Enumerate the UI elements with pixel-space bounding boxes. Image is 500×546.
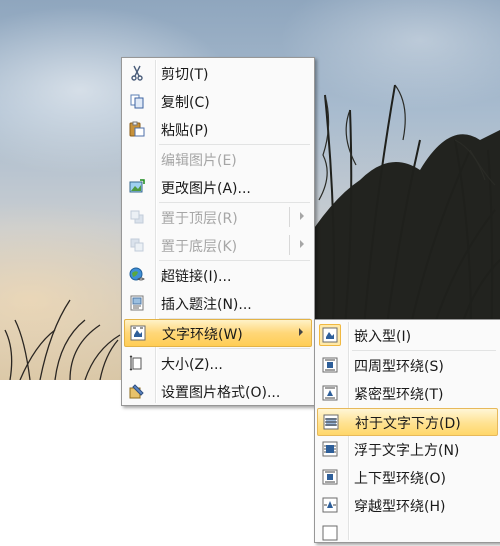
edit-wrap-points-icon <box>320 523 340 543</box>
menu-item-send-to-back[interactable]: 置于底层(K) <box>124 232 312 258</box>
menu-item-label: 大小(Z)... <box>161 357 223 373</box>
menu-item-edit-picture[interactable]: 编辑图片(E) <box>124 146 312 172</box>
submenu-arrow-icon[interactable] <box>300 240 304 248</box>
split-divider <box>289 207 290 227</box>
submenu-item-label: 紧密型环绕(T) <box>354 387 444 403</box>
menu-item-size[interactable]: 大小(Z)... <box>124 350 312 376</box>
menu-item-format-picture[interactable]: 设置图片格式(O)... <box>124 378 312 404</box>
menu-item-copy[interactable]: 复制(C) <box>124 88 312 114</box>
submenu-item-inline[interactable]: 嵌入型(I) <box>317 322 498 348</box>
in-front-text-icon <box>320 439 340 459</box>
submenu-item-square[interactable]: 四周型环绕(S) <box>317 352 498 378</box>
submenu-arrow-icon <box>299 328 303 336</box>
menu-item-label: 复制(C) <box>161 95 210 111</box>
menu-item-label: 剪切(T) <box>161 67 209 83</box>
menu-item-label: 更改图片(A)... <box>161 181 251 197</box>
submenu-item-tight[interactable]: 紧密型环绕(T) <box>317 380 498 406</box>
menu-item-text-wrap[interactable]: 文字环绕(W) <box>124 319 312 347</box>
scissors-icon <box>127 63 147 83</box>
menu-separator <box>159 260 310 261</box>
menu-separator <box>352 350 496 351</box>
menu-item-label: 设置图片格式(O)... <box>161 385 281 401</box>
bring-to-front-icon <box>127 207 147 227</box>
change-picture-icon <box>127 177 147 197</box>
menu-item-insert-caption[interactable]: 插入题注(N)... <box>124 290 312 316</box>
caption-icon <box>127 293 147 313</box>
menu-item-label: 插入题注(N)... <box>161 297 252 313</box>
tight-wrap-icon <box>320 383 340 403</box>
format-picture-icon <box>127 381 147 401</box>
submenu-item-label: 四周型环绕(S) <box>354 359 444 375</box>
menu-separator <box>159 202 310 203</box>
send-to-back-icon <box>127 235 147 255</box>
size-icon <box>127 353 147 373</box>
square-wrap-icon <box>320 355 340 375</box>
context-menu: 剪切(T) 复制(C) 粘贴(P) 编辑图片(E) 更改图片(A)... 置于顶… <box>121 57 315 406</box>
menu-item-change-picture[interactable]: 更改图片(A)... <box>124 174 312 200</box>
menu-item-bring-to-front[interactable]: 置于顶层(R) <box>124 204 312 230</box>
submenu-item-label: 浮于文字上方(N) <box>354 443 460 459</box>
submenu-item-cutoff[interactable] <box>317 520 498 546</box>
hyperlink-icon <box>127 265 147 285</box>
submenu-item-in-front-of-text[interactable]: 浮于文字上方(N) <box>317 436 498 462</box>
menu-item-label: 粘贴(P) <box>161 123 209 139</box>
menu-item-label: 文字环绕(W) <box>162 327 243 343</box>
menu-item-cut[interactable]: 剪切(T) <box>124 60 312 86</box>
menu-separator <box>159 144 310 145</box>
submenu-item-through[interactable]: 穿越型环绕(H) <box>317 492 498 518</box>
menu-item-hyperlink[interactable]: 超链接(I)... <box>124 262 312 288</box>
submenu-item-label: 穿越型环绕(H) <box>354 499 446 515</box>
split-divider <box>289 235 290 255</box>
submenu-arrow-icon[interactable] <box>300 212 304 220</box>
text-wrap-icon <box>128 323 148 343</box>
top-bottom-wrap-icon <box>320 467 340 487</box>
menu-separator <box>159 348 310 349</box>
paste-icon <box>127 119 147 139</box>
through-wrap-icon <box>320 495 340 515</box>
menu-item-label: 超链接(I)... <box>161 269 232 285</box>
menu-item-paste[interactable]: 粘贴(P) <box>124 116 312 142</box>
submenu-item-behind-text[interactable]: 衬于文字下方(D) <box>317 408 498 436</box>
submenu-item-label: 上下型环绕(O) <box>354 471 446 487</box>
menu-item-label: 置于顶层(R) <box>161 211 238 227</box>
inline-wrap-icon <box>320 325 340 345</box>
menu-item-label: 置于底层(K) <box>161 239 238 255</box>
behind-text-icon <box>321 412 341 432</box>
submenu-item-label: 嵌入型(I) <box>354 329 412 345</box>
submenu-item-label: 衬于文字下方(D) <box>355 416 461 432</box>
menu-item-label: 编辑图片(E) <box>161 153 237 169</box>
text-wrap-submenu: 嵌入型(I) 四周型环绕(S) 紧密型环绕(T) 衬于文字下方(D) 浮于文字上… <box>314 319 500 543</box>
copy-icon <box>127 91 147 111</box>
submenu-item-top-bottom[interactable]: 上下型环绕(O) <box>317 464 498 490</box>
